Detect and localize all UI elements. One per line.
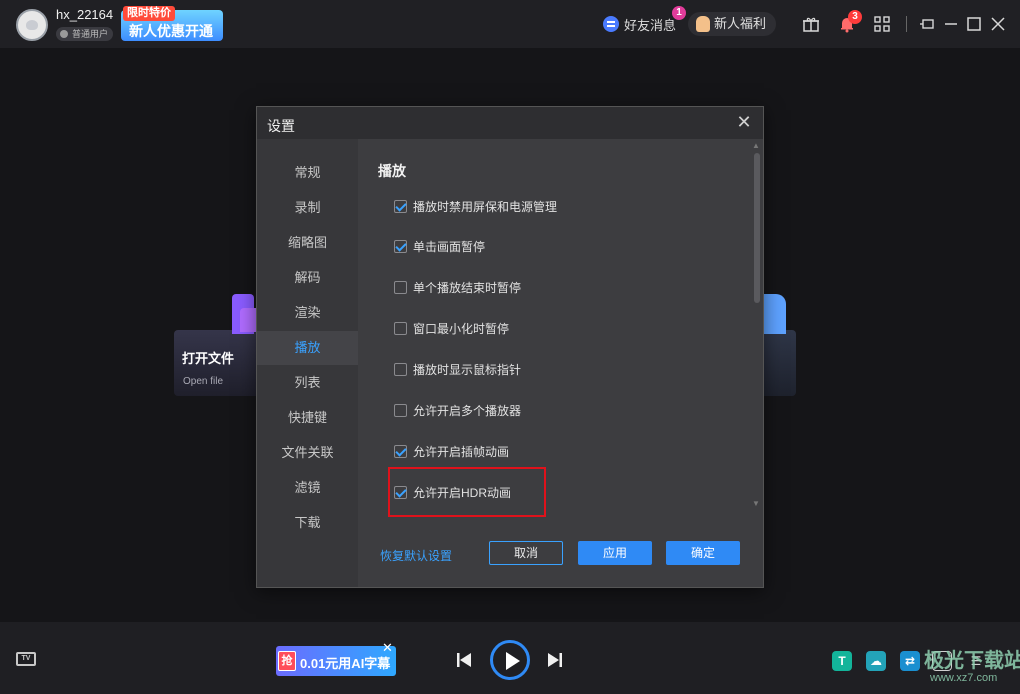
user-level-icon [60,30,68,38]
option-label: 播放时禁用屏保和电源管理 [413,199,558,214]
nav-item-record[interactable]: 录制 [257,191,358,225]
dialog-close-icon[interactable]: ✕ [735,113,753,131]
option-show-cursor[interactable]: 播放时显示鼠标指针 [394,361,521,377]
promo-tag: 限时特价 [123,6,175,21]
annotation-highlight-box [388,467,546,517]
option-frame-interpolation[interactable]: 允许开启插帧动画 [394,443,509,459]
ad-tag: 抢 [278,651,296,671]
cloud-icon[interactable]: ☁ [866,651,886,671]
newbie-welfare-button[interactable]: 新人福利 [688,12,777,36]
apply-button[interactable]: 应用 [578,541,652,565]
notification-badge: 3 [848,10,862,24]
cancel-button[interactable]: 取消 [489,541,563,565]
scrollbar-thumb[interactable] [754,153,760,303]
gift-icon[interactable] [802,15,820,33]
option-pause-at-end[interactable]: 单个播放结束时暂停 [394,279,521,295]
nav-item-decode[interactable]: 解码 [257,261,358,295]
minimize-icon[interactable] [942,15,960,33]
user-level-badge: 普通用户 [56,27,114,41]
option-click-pause[interactable]: 单击画面暂停 [394,238,485,254]
settings-content: 播放 播放时禁用屏保和电源管理 单击画面暂停 单个播放结束时暂停 窗口最小化时暂… [358,139,763,587]
friend-messages-button[interactable]: 好友消息 [603,14,676,34]
vip-promo-button[interactable]: 限时特价 新人优惠开通 [121,6,223,41]
checkbox-unchecked[interactable] [394,362,407,376]
option-label: 允许开启插帧动画 [413,444,510,459]
friend-messages-badge: 1 [672,6,686,20]
chat-bubble-icon [603,16,619,32]
promo-text: 新人优惠开通 [129,23,213,39]
ad-close-icon[interactable]: ✕ [382,640,393,656]
restore-defaults-link[interactable]: 恢复默认设置 [380,547,452,564]
open-file-title: 打开文件 [182,351,235,366]
dialog-title: 设置 [267,118,295,134]
checkbox-unchecked[interactable] [394,280,407,294]
nav-item-hotkeys[interactable]: 快捷键 [257,401,358,435]
option-label: 单击画面暂停 [413,239,486,254]
ok-button[interactable]: 确定 [666,541,740,565]
ad-text: 0.01元用AI字幕 [300,656,391,671]
nav-item-download[interactable]: 下载 [257,506,358,540]
text-tool-icon[interactable]: T [832,651,852,671]
friend-messages-label: 好友消息 [624,17,677,33]
next-track-icon[interactable] [546,650,564,674]
user-avatar[interactable] [16,9,48,41]
checkbox-checked[interactable] [394,199,407,213]
scroll-down-arrow-icon[interactable]: ▼ [752,499,760,508]
user-level-label: 普通用户 [72,29,109,39]
checkbox-unchecked[interactable] [394,403,407,417]
checkbox-checked[interactable] [394,239,407,253]
username[interactable]: hx_22164 [56,7,113,22]
tv-icon[interactable]: TV [16,652,36,666]
close-window-icon[interactable] [989,15,1007,33]
option-label: 播放时显示鼠标指针 [413,362,522,377]
newbie-welfare-label: 新人福利 [714,16,767,31]
option-pause-on-minimize[interactable]: 窗口最小化时暂停 [394,320,509,336]
toolbar-divider [906,16,907,32]
title-bar: hx_22164 普通用户 限时特价 新人优惠开通 好友消息 1 新人福利 3 [0,0,1020,48]
grid-menu-icon[interactable] [873,15,891,33]
maximize-icon[interactable] [965,15,983,33]
settings-nav: 常规 录制 缩略图 解码 渲染 播放 列表 快捷键 文件关联 滤镜 下载 [257,139,358,587]
checkbox-unchecked[interactable] [394,321,407,335]
nav-item-file-association[interactable]: 文件关联 [257,436,358,470]
previous-track-icon[interactable] [455,650,473,674]
site-watermark: 极光下载站 www.xz7.com [896,644,1020,688]
nav-item-general[interactable]: 常规 [257,156,358,190]
settings-dialog: 设置 ✕ 常规 录制 缩略图 解码 渲染 播放 列表 快捷键 文件关联 滤镜 下… [256,106,764,588]
option-disable-screensaver[interactable]: 播放时禁用屏保和电源管理 [394,198,557,214]
nav-item-filters[interactable]: 滤镜 [257,471,358,505]
dialog-header: 设置 ✕ [257,107,763,139]
watermark-url: www.xz7.com [930,672,998,684]
checkbox-checked[interactable] [394,444,407,458]
watermark-title: 极光下载站 [924,650,1020,672]
open-file-subtitle: Open file [183,376,224,387]
play-button[interactable] [490,640,530,680]
nav-item-playback[interactable]: 播放 [257,331,358,365]
ai-subtitle-ad-banner[interactable]: 抢 0.01元用AI字幕 ✕ [276,640,396,676]
option-multiple-players[interactable]: 允许开启多个播放器 [394,402,521,418]
option-label: 允许开启多个播放器 [413,403,522,418]
nav-item-thumbnail[interactable]: 缩略图 [257,226,358,260]
playback-control-bar: TV 抢 0.01元用AI字幕 ✕ T ☁ ⇄ ☰ 极光下载站 www.xz7.… [0,622,1020,694]
option-label: 单个播放结束时暂停 [413,280,522,295]
scroll-up-arrow-icon[interactable]: ▲ [752,141,760,150]
option-label: 窗口最小化时暂停 [413,321,510,336]
section-title: 播放 [378,163,406,179]
nav-item-render[interactable]: 渲染 [257,296,358,330]
character-icon [696,16,710,32]
nav-item-list[interactable]: 列表 [257,366,358,400]
mini-mode-icon[interactable] [918,15,936,33]
